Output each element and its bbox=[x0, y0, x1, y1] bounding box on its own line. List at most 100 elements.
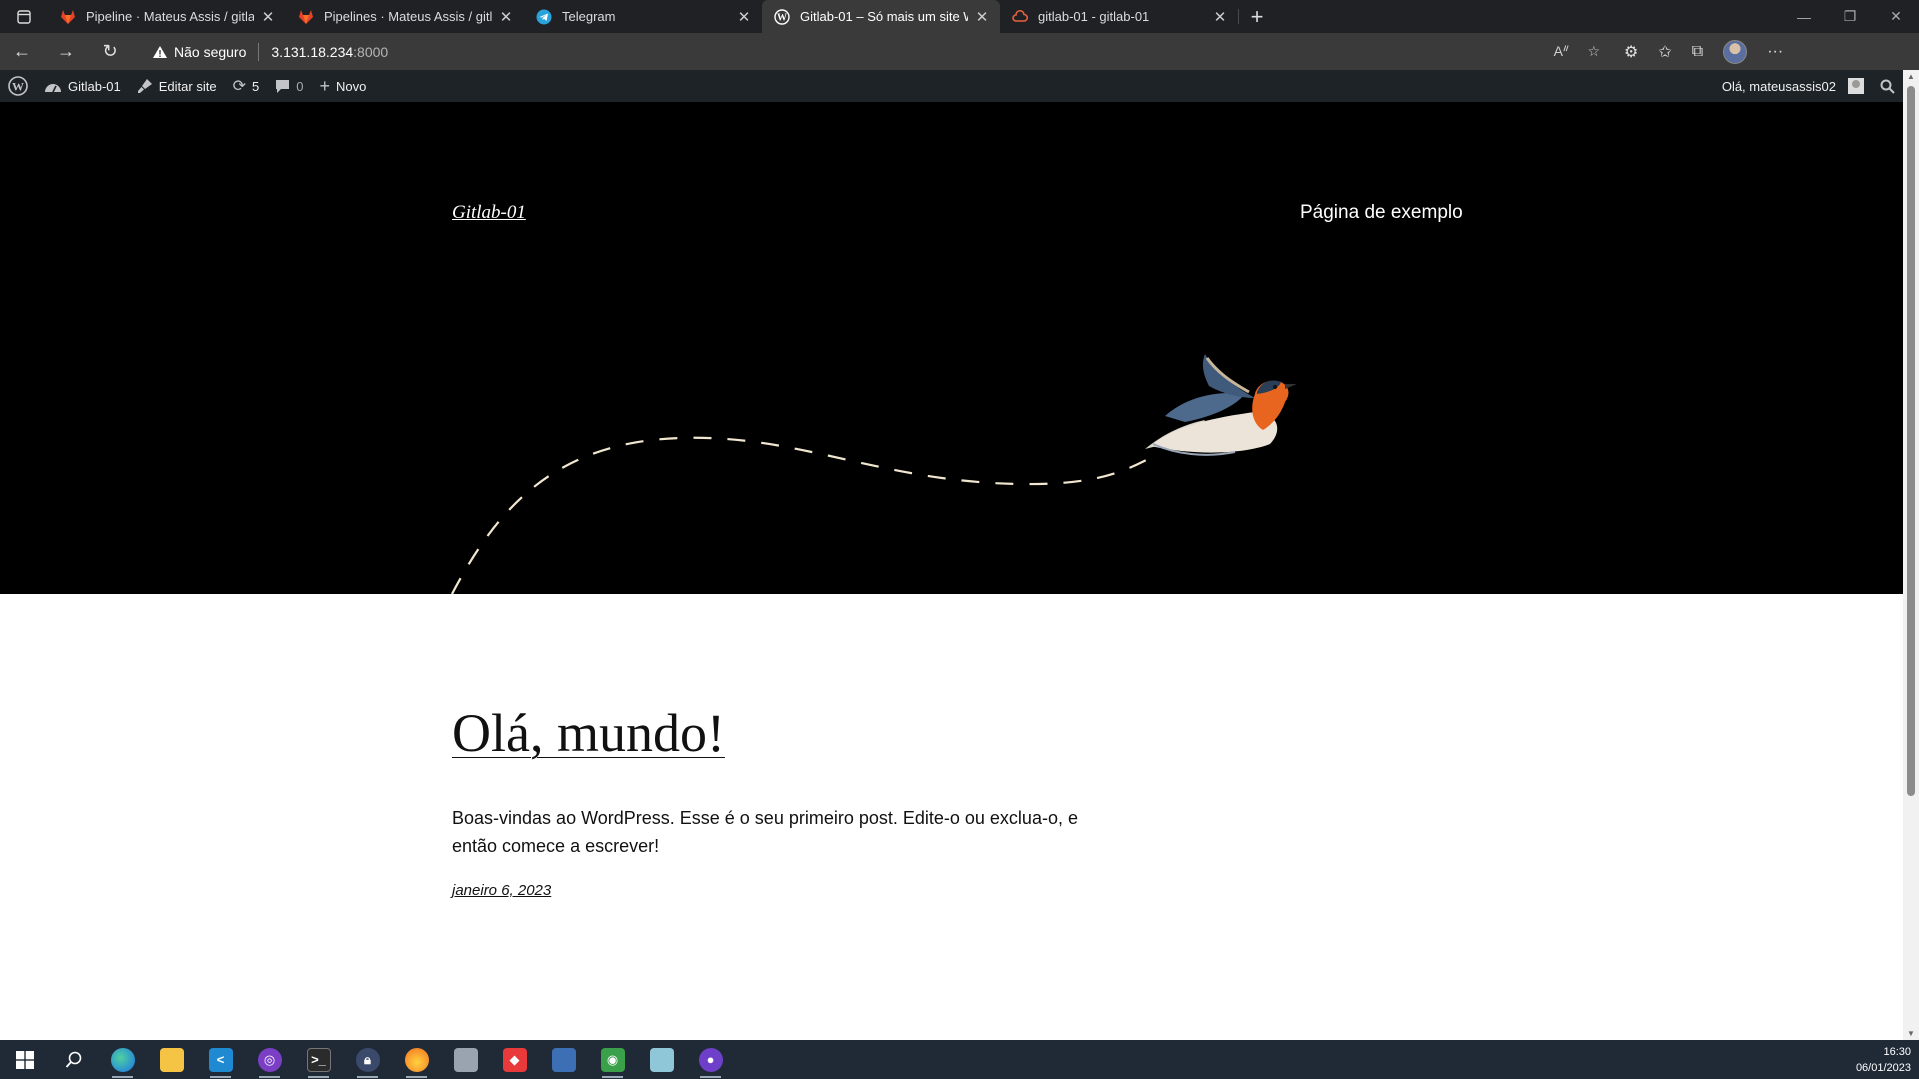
clock-time: 16:30 bbox=[1883, 1045, 1911, 1058]
brush-icon bbox=[137, 79, 152, 93]
page-scrollbar[interactable]: ▲ ▼ bbox=[1903, 70, 1919, 1040]
updates-count: 5 bbox=[251, 78, 260, 94]
network-icon bbox=[551, 1047, 576, 1072]
browser-tab[interactable]: gitlab-01 - gitlab-01 ✕ bbox=[1000, 0, 1238, 33]
security-label: Não seguro bbox=[174, 43, 247, 60]
taskbar-app-terminal[interactable]: >_ bbox=[294, 1040, 343, 1079]
comments-count: 0 bbox=[296, 78, 304, 94]
github-icon: ● bbox=[698, 1047, 723, 1072]
insomnia-icon: ◎ bbox=[257, 1047, 282, 1072]
system-clock[interactable]: 16:30 06/01/2023 bbox=[1856, 1044, 1919, 1076]
site-header: Gitlab-01 Página de exemplo bbox=[0, 102, 1903, 594]
favorites-icon[interactable]: ✩ bbox=[1658, 42, 1671, 62]
minimize-button[interactable]: — bbox=[1781, 9, 1827, 25]
close-tab-icon[interactable]: ✕ bbox=[1212, 8, 1228, 26]
svg-text:W: W bbox=[12, 79, 24, 93]
forward-button[interactable]: → bbox=[44, 33, 88, 70]
browser-tab-active[interactable]: W Gitlab-01 – Só mais um site WordPress … bbox=[762, 0, 1000, 33]
anydesk-icon: ◆ bbox=[502, 1047, 527, 1072]
updates-link[interactable]: ⟳ 5 bbox=[225, 70, 268, 102]
dashed-flight-path bbox=[451, 436, 1151, 594]
taskbar-app-explorer[interactable] bbox=[147, 1040, 196, 1079]
gitlab-icon bbox=[298, 9, 314, 25]
address-separator bbox=[258, 42, 260, 61]
taskbar-app-camera[interactable]: ◉ bbox=[588, 1040, 637, 1079]
post-excerpt: Boas-vindas ao WordPress. Esse é o seu p… bbox=[452, 808, 1078, 856]
post-title-link[interactable]: Olá, mundo! bbox=[452, 702, 725, 764]
terminal-icon: >_ bbox=[306, 1047, 331, 1072]
browser-tab[interactable]: Pipelines · Mateus Assis / gitlab- ✕ bbox=[286, 0, 524, 33]
svg-text:W: W bbox=[777, 12, 787, 23]
arrow-right-icon: → bbox=[57, 41, 75, 61]
browser-toolbar-icons: ⚙ ✩ ⧉ ··· bbox=[1624, 39, 1783, 64]
scroll-up-icon[interactable]: ▲ bbox=[1903, 72, 1919, 81]
post-date-link[interactable]: janeiro 6, 2023 bbox=[452, 882, 551, 899]
browser-tab[interactable]: Pipeline · Mateus Assis / gitlab-0 ✕ bbox=[48, 0, 286, 33]
monitor-icon bbox=[453, 1047, 478, 1072]
flame-icon bbox=[404, 1047, 429, 1072]
tab-actions-button[interactable] bbox=[0, 0, 48, 33]
tab-title: Pipelines · Mateus Assis / gitlab- bbox=[324, 9, 492, 24]
edit-site-link[interactable]: Editar site bbox=[129, 70, 225, 102]
plus-icon: + bbox=[1250, 3, 1264, 29]
add-favorite-icon[interactable]: ☆ bbox=[1587, 43, 1600, 60]
scroll-down-icon[interactable]: ▼ bbox=[1903, 1029, 1919, 1038]
comment-icon bbox=[276, 79, 290, 93]
new-label: Novo bbox=[335, 78, 367, 94]
comments-link[interactable]: 0 bbox=[267, 70, 311, 102]
profile-avatar[interactable] bbox=[1723, 39, 1748, 64]
security-indicator[interactable]: Não seguro bbox=[152, 44, 246, 60]
address-bar-actions: Aᐥ ☆ bbox=[1554, 43, 1610, 60]
taskbar-app-insomnia[interactable]: ◎ bbox=[245, 1040, 294, 1079]
url-host: 3.131.18.234 bbox=[271, 43, 354, 60]
updates-icon: ⟳ bbox=[232, 78, 246, 95]
taskbar-app-remote[interactable] bbox=[441, 1040, 490, 1079]
wp-admin-bar: W Gitlab-01 Editar site ⟳ 5 0 + Novo Olá… bbox=[0, 70, 1903, 102]
admin-site-name: Gitlab-01 bbox=[68, 78, 121, 94]
back-button[interactable]: ← bbox=[0, 33, 44, 70]
taskbar-app-vpn[interactable]: 🔒︎ bbox=[343, 1040, 392, 1079]
taskbar-app-github[interactable]: ● bbox=[686, 1040, 735, 1079]
close-tab-icon[interactable]: ✕ bbox=[260, 8, 276, 26]
taskbar-app-notes[interactable] bbox=[637, 1040, 686, 1079]
dashboard-icon bbox=[45, 84, 61, 93]
more-menu-icon[interactable]: ··· bbox=[1767, 43, 1783, 61]
tab-title: gitlab-01 - gitlab-01 bbox=[1038, 9, 1150, 24]
edge-icon bbox=[110, 1047, 135, 1072]
new-content-link[interactable]: + Novo bbox=[311, 70, 374, 102]
close-tab-icon[interactable]: ✕ bbox=[498, 8, 514, 26]
close-window-button[interactable]: ✕ bbox=[1873, 8, 1919, 25]
folder-icon bbox=[159, 1047, 184, 1072]
tab-title: Gitlab-01 – Só mais um site WordPress bbox=[800, 9, 968, 24]
browser-tab[interactable]: Telegram ✕ bbox=[524, 0, 762, 33]
taskbar-app-anydesk[interactable]: ◆ bbox=[490, 1040, 539, 1079]
reload-button[interactable]: ↻ bbox=[88, 33, 132, 70]
tab-title: Pipeline · Mateus Assis / gitlab-0 bbox=[86, 9, 254, 24]
taskbar-app-edge[interactable] bbox=[98, 1040, 147, 1079]
user-avatar bbox=[1848, 78, 1864, 94]
lock-icon: 🔒︎ bbox=[355, 1047, 380, 1072]
collections-icon[interactable]: ⧉ bbox=[1692, 43, 1703, 61]
new-tab-button[interactable]: + bbox=[1239, 0, 1275, 33]
close-tab-icon[interactable]: ✕ bbox=[736, 8, 752, 26]
restore-button[interactable]: ❐ bbox=[1827, 8, 1873, 25]
taskbar-app-vscode[interactable]: < bbox=[196, 1040, 245, 1079]
edit-site-label: Editar site bbox=[158, 78, 217, 94]
address-bar[interactable]: Não seguro 3.131.18.234:8000 Aᐥ ☆ bbox=[140, 37, 1610, 66]
start-button[interactable] bbox=[0, 1040, 49, 1079]
close-tab-icon[interactable]: ✕ bbox=[974, 8, 990, 26]
extensions-icon[interactable]: ⚙ bbox=[1624, 42, 1638, 62]
taskbar-app-network[interactable] bbox=[539, 1040, 588, 1079]
tab-actions-icon bbox=[17, 9, 31, 24]
taskbar-search-button[interactable] bbox=[49, 1040, 98, 1079]
admin-search-button[interactable] bbox=[1872, 70, 1903, 102]
my-account-link[interactable]: Olá, mateusassis02 bbox=[1714, 70, 1872, 102]
read-aloud-icon[interactable]: Aᐥ bbox=[1554, 43, 1570, 60]
taskbar-app-firefox[interactable] bbox=[392, 1040, 441, 1079]
wp-logo-button[interactable]: W bbox=[0, 70, 36, 102]
admin-site-name-link[interactable]: Gitlab-01 bbox=[36, 70, 129, 102]
wordpress-icon: W bbox=[774, 8, 790, 25]
window-controls: — ❐ ✕ bbox=[1781, 0, 1919, 33]
scrollbar-thumb[interactable] bbox=[1907, 86, 1915, 796]
camera-icon: ◉ bbox=[600, 1047, 625, 1072]
